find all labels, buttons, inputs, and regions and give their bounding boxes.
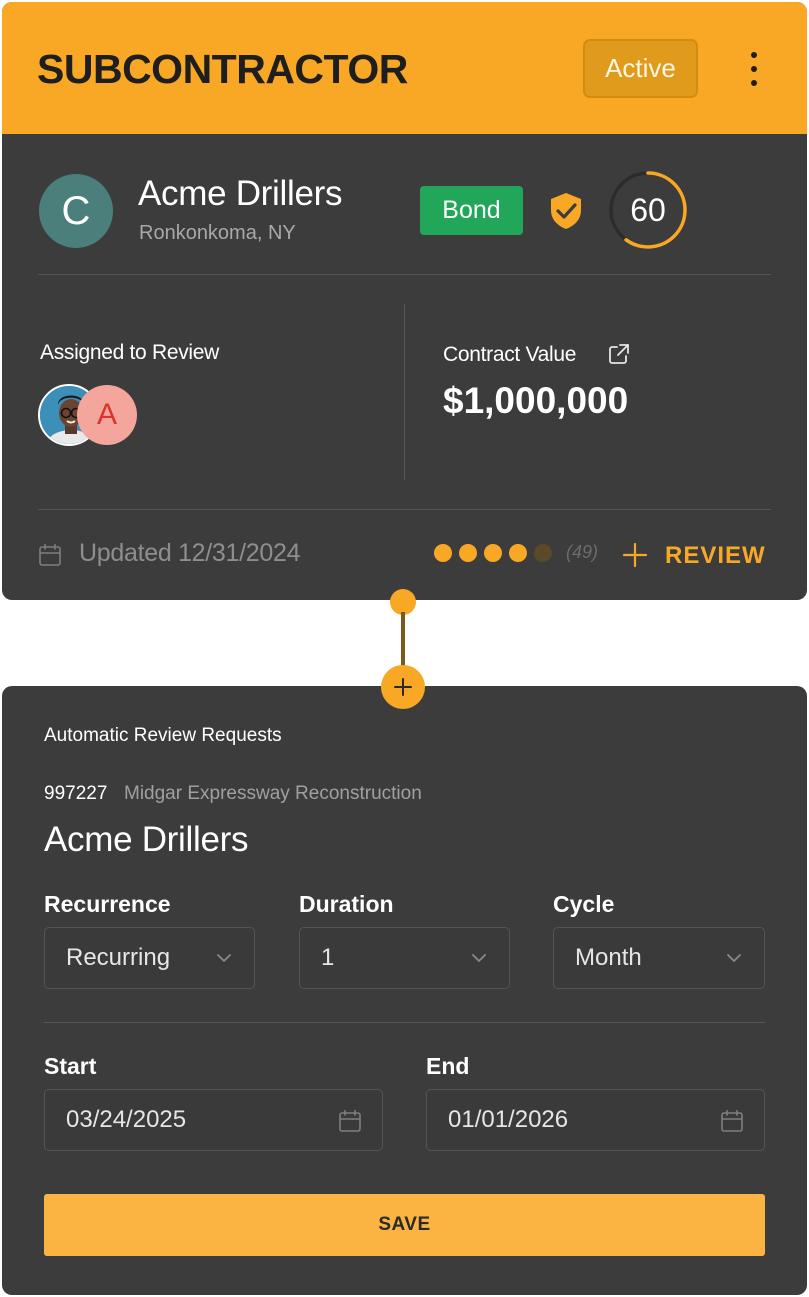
recurrence-label: Recurrence [44, 891, 171, 917]
add-review-button[interactable]: REVIEW [665, 542, 766, 570]
rating-dot [434, 544, 452, 562]
automatic-review-card: Automatic Review Requests 997227 Midgar … [2, 686, 807, 1295]
rating-dot [534, 544, 552, 562]
project-name: Midgar Expressway Reconstruction [124, 783, 422, 804]
duration-value: 1 [321, 944, 335, 971]
bond-badge: Bond [420, 186, 523, 235]
divider [38, 509, 771, 510]
contract-value-label: Contract Value [443, 343, 577, 366]
company-avatar: C [39, 174, 113, 248]
recurrence-select[interactable]: Recurring [44, 927, 255, 989]
end-date-field[interactable]: 01/01/2026 [426, 1089, 765, 1151]
rating-dots [434, 544, 552, 562]
chevron-down-icon [727, 954, 741, 962]
rating-dot [484, 544, 502, 562]
divider [44, 1022, 765, 1023]
calendar-icon[interactable] [720, 1109, 744, 1133]
cycle-label: Cycle [553, 891, 615, 917]
rating-dot [459, 544, 477, 562]
add-connection-button[interactable] [381, 665, 425, 709]
company-name: Acme Drillers [44, 820, 249, 859]
plus-icon[interactable] [622, 542, 648, 568]
rating-count: (49) [566, 542, 599, 562]
chevron-down-icon [472, 954, 486, 962]
company-location: Ronkonkoma, NY [139, 222, 296, 244]
cycle-value: Month [575, 944, 642, 971]
duration-label: Duration [299, 891, 394, 917]
assigned-label: Assigned to Review [40, 341, 220, 364]
chevron-down-icon [217, 954, 231, 962]
recurrence-value: Recurring [66, 944, 171, 971]
start-date-value: 03/24/2025 [66, 1106, 187, 1133]
cycle-select[interactable]: Month [553, 927, 765, 989]
external-link-icon[interactable] [608, 343, 630, 365]
reviewer-avatar[interactable]: A [77, 385, 137, 445]
calendar-icon [39, 543, 61, 566]
start-label: Start [44, 1053, 97, 1079]
updated-date: Updated 12/31/2024 [79, 539, 301, 567]
card-header: SUBCONTRACTOR Active [2, 2, 807, 134]
duration-select[interactable]: 1 [299, 927, 510, 989]
score-value: 60 [630, 191, 666, 228]
start-date-field[interactable]: 03/24/2025 [44, 1089, 383, 1151]
end-label: End [426, 1053, 470, 1079]
shield-check-icon [551, 193, 581, 229]
contract-value: $1,000,000 [443, 380, 629, 421]
subcontractor-card: SUBCONTRACTOR Active C Acme Drillers Ron… [2, 2, 807, 600]
save-button[interactable]: SAVE [44, 1194, 765, 1256]
header-title: SUBCONTRACTOR [37, 46, 408, 92]
divider [38, 274, 771, 275]
end-date-value: 01/01/2026 [448, 1106, 569, 1133]
company-name[interactable]: Acme Drillers [138, 174, 342, 214]
connector-line [401, 612, 405, 672]
more-options-icon[interactable] [744, 52, 764, 86]
status-badge[interactable]: Active [583, 39, 698, 98]
project-id: 997227 [44, 783, 108, 804]
plus-icon [394, 678, 412, 696]
rating-dot [509, 544, 527, 562]
divider [404, 304, 405, 480]
section-title: Automatic Review Requests [44, 725, 282, 746]
calendar-icon[interactable] [338, 1109, 362, 1133]
